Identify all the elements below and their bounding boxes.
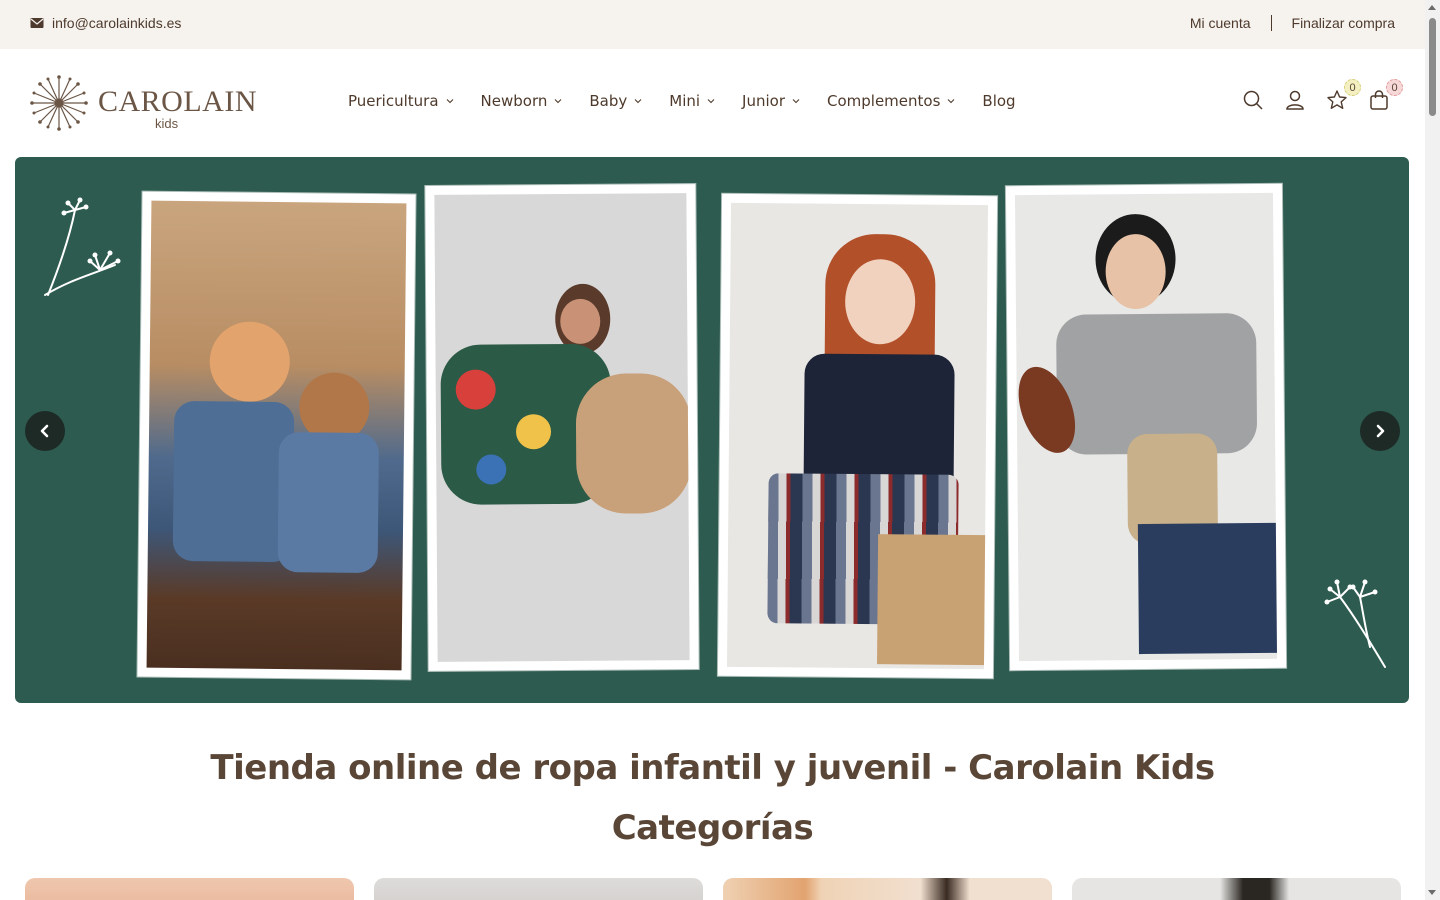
- search-button[interactable]: [1242, 89, 1264, 111]
- slider-next-button[interactable]: [1360, 411, 1400, 451]
- chevron-down-icon: [554, 99, 562, 104]
- envelope-icon: [30, 18, 44, 28]
- logo-brand-text: CAROLAIN: [98, 85, 257, 118]
- chevron-down-icon: [948, 99, 955, 104]
- slide-photo-1: [137, 191, 416, 680]
- nav-item-complementos[interactable]: Complementos: [827, 92, 955, 110]
- account-button[interactable]: [1284, 89, 1306, 111]
- my-account-link[interactable]: Mi cuenta: [1190, 15, 1251, 31]
- nav-item-blog[interactable]: Blog: [982, 92, 1015, 110]
- category-card[interactable]: [1072, 878, 1401, 900]
- search-icon: [1243, 90, 1263, 110]
- nav-item-label: Junior: [742, 92, 785, 110]
- cart-count-badge: 0: [1386, 79, 1403, 96]
- scrollbar-thumb[interactable]: [1429, 18, 1436, 116]
- slide-photo-3: [717, 193, 998, 679]
- wishlist-button[interactable]: 0: [1326, 79, 1361, 111]
- nav-item-label: Complementos: [827, 92, 941, 110]
- category-card[interactable]: [374, 878, 703, 900]
- slide-photo-image: [146, 200, 407, 671]
- dandelion-decoration-icon: [1324, 579, 1386, 668]
- slider-prev-button[interactable]: [25, 411, 65, 451]
- dandelion-decoration-icon: [44, 197, 121, 296]
- slide-photo-image: [726, 202, 989, 670]
- categories-heading: Categorías: [611, 808, 814, 848]
- scroll-down-icon[interactable]: [1428, 890, 1436, 895]
- chevron-down-icon: [634, 99, 642, 104]
- contact-email-text: info@carolainkids.es: [52, 15, 182, 31]
- nav-item-mini[interactable]: Mini: [669, 92, 715, 110]
- header-actions: 0 0: [1242, 79, 1403, 111]
- page-scrollbar[interactable]: [1425, 0, 1440, 900]
- main-nav: Puericultura Newborn Baby Mini Junior Co…: [348, 92, 1043, 110]
- chevron-down-icon: [446, 99, 453, 104]
- main-header: CAROLAIN kids Puericultura Newborn Baby …: [0, 49, 1425, 157]
- dandelion-logo-icon: [30, 75, 88, 131]
- site-logo[interactable]: CAROLAIN kids: [28, 73, 257, 133]
- cart-button[interactable]: 0: [1368, 79, 1403, 111]
- chevron-down-icon: [707, 99, 715, 104]
- top-bar: info@carolainkids.es Mi cuenta Finalizar…: [0, 0, 1425, 49]
- chevron-left-icon: [40, 424, 49, 438]
- chevron-down-icon: [792, 99, 800, 104]
- nav-item-junior[interactable]: Junior: [742, 92, 800, 110]
- category-grid: [25, 878, 1401, 900]
- nav-item-puericultura[interactable]: Puericultura: [348, 92, 454, 110]
- nav-item-label: Baby: [589, 92, 628, 110]
- nav-item-label: Newborn: [480, 92, 548, 110]
- checkout-link[interactable]: Finalizar compra: [1292, 15, 1395, 31]
- wishlist-count-badge: 0: [1344, 79, 1361, 96]
- slide-photo-image: [1014, 192, 1278, 662]
- nav-item-baby[interactable]: Baby: [589, 92, 642, 110]
- hero-slider: [15, 157, 1409, 703]
- contact-email[interactable]: info@carolainkids.es: [30, 15, 181, 31]
- nav-item-label: Puericultura: [348, 92, 439, 110]
- slide-photo-image: [434, 193, 690, 662]
- top-links: Mi cuenta Finalizar compra: [1190, 15, 1395, 31]
- slide-photo-4: [1005, 183, 1287, 671]
- page-title: Tienda online de ropa infantil y juvenil…: [210, 748, 1215, 788]
- scroll-up-icon[interactable]: [1428, 5, 1436, 10]
- top-links-divider: [1270, 15, 1272, 31]
- user-icon: [1286, 90, 1304, 110]
- logo-sub-text: kids: [155, 116, 179, 131]
- nav-item-label: Blog: [982, 92, 1016, 110]
- chevron-right-icon: [1376, 424, 1385, 438]
- category-card[interactable]: [25, 878, 354, 900]
- slide-photo-2: [425, 184, 699, 671]
- nav-item-label: Mini: [669, 92, 701, 110]
- category-card[interactable]: [723, 878, 1052, 900]
- nav-item-newborn[interactable]: Newborn: [481, 92, 563, 110]
